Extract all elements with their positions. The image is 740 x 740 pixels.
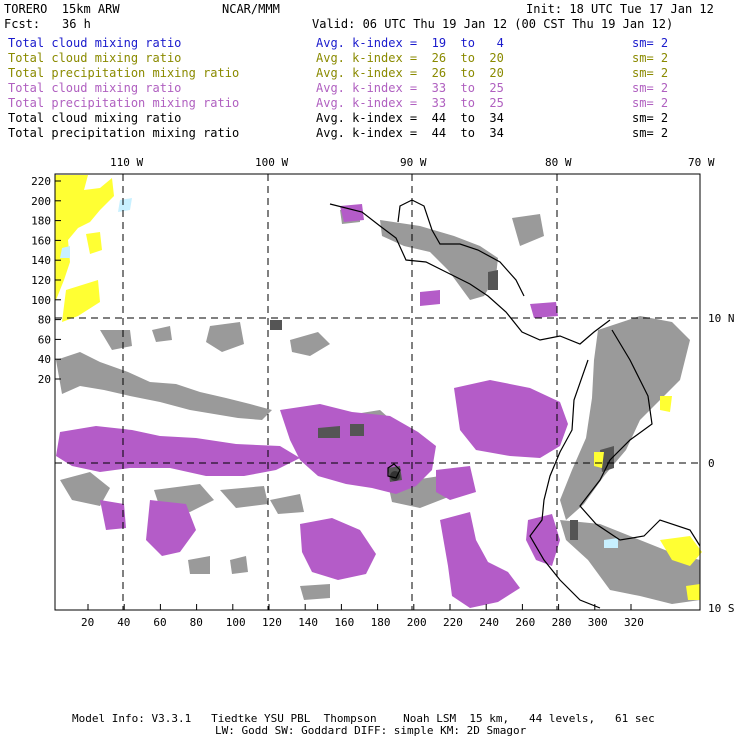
y-tick-label: 140	[31, 254, 51, 267]
x-tick-label: 220	[443, 616, 463, 629]
y-tick-label: 120	[31, 274, 51, 287]
x-tick-label: 260	[515, 616, 535, 629]
y-tick-label: 20	[38, 373, 51, 386]
model-info-line2: LW: Godd SW: Goddard DIFF: simple KM: 2D…	[215, 724, 527, 737]
gray-cloud-area	[56, 352, 272, 420]
violet-cloud-area	[280, 404, 476, 500]
x-tick-label: 240	[479, 616, 499, 629]
lat-label: 10 S	[708, 602, 735, 615]
violet-cloud-area	[56, 426, 300, 476]
x-tick-label: 120	[262, 616, 282, 629]
y-tick-label: 220	[31, 175, 51, 188]
lon-label: 70 W	[688, 156, 715, 169]
y-tick-label: 200	[31, 195, 51, 208]
x-tick-label: 100	[226, 616, 246, 629]
x-tick-label: 140	[298, 616, 318, 629]
lon-label: 90 W	[400, 156, 427, 169]
lon-label: 110 W	[110, 156, 143, 169]
x-tick-label: 40	[117, 616, 130, 629]
y-tick-label: 40	[38, 353, 51, 366]
lon-label: 100 W	[255, 156, 288, 169]
x-tick-label: 300	[588, 616, 608, 629]
y-tick-label: 180	[31, 215, 51, 228]
x-tick-label: 20	[81, 616, 94, 629]
y-tick-label: 80	[38, 314, 51, 327]
forecast-map: 110 W 100 W 90 W 80 W 70 W 10 N 0 10 S 2…	[31, 156, 735, 629]
x-tick-label: 280	[552, 616, 572, 629]
x-tick-label: 80	[190, 616, 203, 629]
y-tick-label: 160	[31, 234, 51, 247]
lat-label: 10 N	[708, 312, 735, 325]
cloud-fields	[55, 175, 702, 608]
gray-cloud-area	[100, 322, 330, 356]
x-tick-label: 60	[153, 616, 166, 629]
x-tick-label: 200	[407, 616, 427, 629]
x-tick-label: 320	[624, 616, 644, 629]
lon-label: 80 W	[545, 156, 572, 169]
x-tick-label: 180	[371, 616, 391, 629]
x-tick-label: 160	[334, 616, 354, 629]
y-tick-label: 100	[31, 294, 51, 307]
lat-label: 0	[708, 457, 715, 470]
y-tick-label: 60	[38, 333, 51, 346]
